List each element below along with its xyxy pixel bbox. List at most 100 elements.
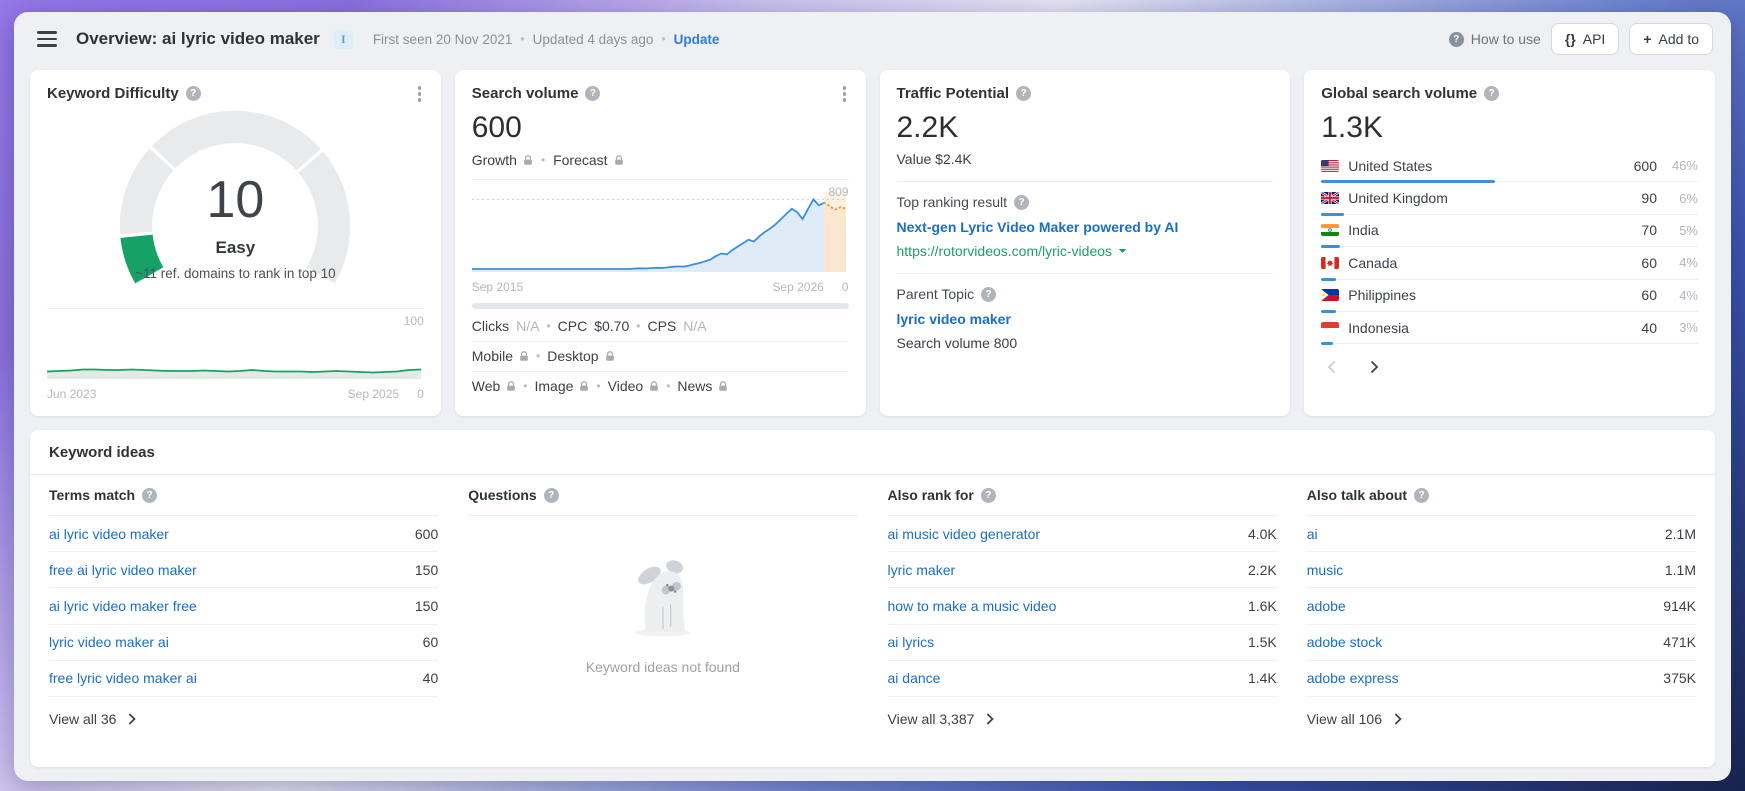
global-volume-value: 1.3K — [1321, 111, 1698, 144]
question-circle-icon[interactable]: ? — [142, 488, 157, 503]
prev-page-icon[interactable] — [1325, 358, 1338, 376]
column-header: Questions ? — [468, 475, 857, 516]
dot-separator: • — [523, 379, 527, 393]
video-label: Video — [608, 378, 644, 394]
question-circle-icon[interactable]: ? — [585, 86, 600, 101]
card-title: Keyword Difficulty — [47, 85, 179, 102]
kebab-menu-icon[interactable] — [836, 84, 854, 104]
lock-icon — [614, 155, 624, 166]
news-toggle[interactable]: News — [677, 378, 728, 394]
app-window: Overview: ai lyric video maker I First s… — [14, 12, 1731, 781]
keyword-link[interactable]: ai music video generator — [888, 526, 1041, 542]
forecast-toggle[interactable]: Forecast — [553, 152, 623, 168]
column-header: Terms match ? — [49, 475, 438, 516]
view-all-link[interactable]: View all 36 — [49, 697, 438, 741]
kebab-menu-icon[interactable] — [411, 84, 429, 104]
desktop-toggle[interactable]: Desktop — [547, 348, 614, 364]
keyword-row: free lyric video maker ai 40 — [49, 661, 438, 697]
mobile-toggle[interactable]: Mobile — [472, 348, 529, 364]
api-button-label: API — [1583, 31, 1606, 47]
card-title: Global search volume — [1321, 85, 1477, 102]
dot-separator: • — [546, 319, 550, 333]
question-circle-icon[interactable]: ? — [1414, 488, 1429, 503]
top-ranking-label-row: Top ranking result ? — [897, 194, 1274, 210]
keyword-ideas-title: Keyword ideas — [30, 430, 1715, 475]
column-title: Also talk about — [1307, 487, 1407, 503]
timeline-scrollbar[interactable] — [472, 303, 849, 309]
keyword-link[interactable]: adobe stock — [1307, 634, 1383, 650]
country-name: Philippines — [1348, 287, 1614, 303]
y-axis-min-label: 0 — [417, 387, 424, 401]
question-circle-icon[interactable]: ? — [981, 287, 996, 302]
keyword-volume: 1.1M — [1665, 562, 1696, 578]
menu-icon[interactable] — [32, 24, 62, 54]
y-axis-max-label: 809 — [828, 185, 848, 199]
question-circle-icon[interactable]: ? — [1484, 86, 1499, 101]
api-button[interactable]: {} API — [1551, 23, 1619, 55]
keyword-volume: 40 — [423, 670, 439, 686]
keyword-link[interactable]: ai lyric video maker free — [49, 598, 197, 614]
keyword-row: music 1.1M — [1307, 552, 1696, 588]
keyword-link[interactable]: adobe express — [1307, 670, 1399, 686]
column-title: Also rank for — [888, 487, 974, 503]
country-row: United States 600 46% — [1321, 150, 1698, 182]
country-name: India — [1348, 222, 1614, 238]
x-axis-start-label: Sep 2015 — [472, 280, 523, 294]
metric-cards-row: Keyword Difficulty ? 10 Easy ~11 ref. do… — [30, 70, 1715, 416]
keyword-volume: 2.1M — [1665, 526, 1696, 542]
keyword-volume: 375K — [1663, 670, 1696, 686]
country-row: Indonesia 40 3% — [1321, 312, 1698, 344]
question-circle-icon[interactable]: ? — [1016, 86, 1031, 101]
x-axis-end-label: Sep 2026 — [772, 280, 823, 294]
view-all-link[interactable]: View all 106 — [1307, 697, 1696, 741]
keyword-row: ai 2.1M — [1307, 516, 1696, 552]
keyword-link[interactable]: free ai lyric video maker — [49, 562, 197, 578]
cps-label: CPS — [647, 318, 676, 334]
keyword-link[interactable]: lyric video maker ai — [49, 634, 169, 650]
keyword-link[interactable]: ai lyrics — [888, 634, 935, 650]
top-bar-actions: ? How to use {} API + Add to — [1449, 23, 1713, 55]
question-circle-icon[interactable]: ? — [1014, 195, 1029, 210]
question-circle-icon[interactable]: ? — [544, 488, 559, 503]
question-circle-icon[interactable]: ? — [186, 86, 201, 101]
difficulty-history-chart: 100 Jun 2023 Sep 2025 0 — [47, 308, 424, 401]
country-list: United States 600 46% United Kingdom 90 … — [1321, 150, 1698, 344]
country-volume: 90 — [1623, 190, 1657, 206]
question-circle-icon[interactable]: ? — [981, 488, 996, 503]
keyword-row: lyric maker 2.2K — [888, 552, 1277, 588]
update-link[interactable]: Update — [674, 32, 720, 47]
keyword-link[interactable]: ai — [1307, 526, 1318, 542]
image-label: Image — [535, 378, 574, 394]
video-toggle[interactable]: Video — [608, 378, 660, 394]
country-share-bar — [1321, 342, 1332, 345]
growth-toggle[interactable]: Growth — [472, 152, 533, 168]
parent-topic-link[interactable]: lyric video maker — [897, 311, 1274, 327]
keyword-volume: 914K — [1663, 598, 1696, 614]
intent-badge[interactable]: I — [334, 30, 353, 49]
web-label: Web — [472, 378, 501, 394]
top-result-url[interactable]: https://rotorvideos.com/lyric-videos — [897, 243, 1274, 259]
add-to-button[interactable]: + Add to — [1629, 23, 1713, 55]
how-to-use-link[interactable]: ? How to use — [1449, 31, 1541, 47]
top-result-link[interactable]: Next-gen Lyric Video Maker powered by AI — [897, 219, 1274, 235]
keyword-row: adobe 914K — [1307, 588, 1696, 624]
web-toggle[interactable]: Web — [472, 378, 517, 394]
keyword-link[interactable]: how to make a music video — [888, 598, 1057, 614]
questions-column: Questions ? — [468, 475, 857, 741]
image-toggle[interactable]: Image — [535, 378, 590, 394]
view-all-label: View all 106 — [1307, 711, 1382, 727]
mobile-label: Mobile — [472, 348, 513, 364]
keyword-link[interactable]: ai dance — [888, 670, 941, 686]
next-page-icon[interactable] — [1368, 358, 1381, 376]
keyword-link[interactable]: adobe — [1307, 598, 1346, 614]
keyword-link[interactable]: music — [1307, 562, 1344, 578]
growth-label: Growth — [472, 152, 517, 168]
keyword-link[interactable]: free lyric video maker ai — [49, 670, 197, 686]
keyword-volume: 60 — [423, 634, 439, 650]
keyword-link[interactable]: ai lyric video maker — [49, 526, 169, 542]
country-percent: 4% — [1666, 255, 1698, 270]
first-seen-text: First seen 20 Nov 2021 — [373, 32, 513, 47]
view-all-link[interactable]: View all 3,387 — [888, 697, 1277, 741]
keyword-link[interactable]: lyric maker — [888, 562, 956, 578]
in-flag-icon — [1321, 224, 1339, 236]
